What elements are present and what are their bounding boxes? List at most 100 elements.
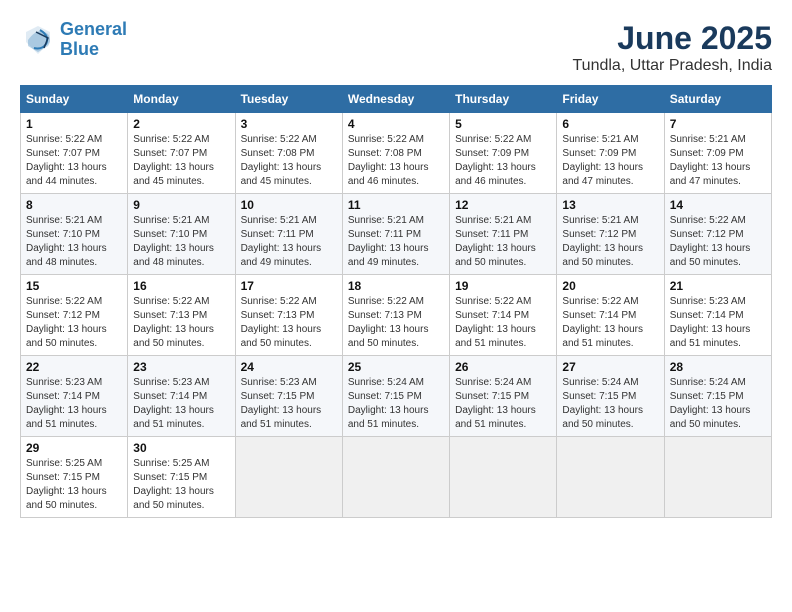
day-number: 13 <box>562 198 658 212</box>
day-number: 2 <box>133 117 229 131</box>
calendar-week-row: 1 Sunrise: 5:22 AMSunset: 7:07 PMDaylight… <box>21 113 772 194</box>
day-info: Sunrise: 5:21 AMSunset: 7:09 PMDaylight:… <box>562 133 658 189</box>
day-info: Sunrise: 5:24 AMSunset: 7:15 PMDaylight:… <box>455 376 551 432</box>
day-info: Sunrise: 5:22 AMSunset: 7:14 PMDaylight:… <box>455 295 551 351</box>
calendar-cell: 16Sunrise: 5:22 AMSunset: 7:13 PMDayligh… <box>128 275 235 356</box>
day-number: 23 <box>133 360 229 374</box>
calendar-week-row: 8 Sunrise: 5:21 AMSunset: 7:10 PMDaylight… <box>21 194 772 275</box>
day-info: Sunrise: 5:22 AMSunset: 7:07 PMDaylight:… <box>26 133 122 189</box>
day-number: 17 <box>241 279 337 293</box>
day-number: 9 <box>133 198 229 212</box>
calendar-cell: 30Sunrise: 5:25 AMSunset: 7:15 PMDayligh… <box>128 437 235 518</box>
day-info: Sunrise: 5:24 AMSunset: 7:15 PMDaylight:… <box>562 376 658 432</box>
calendar-cell <box>235 437 342 518</box>
day-number: 27 <box>562 360 658 374</box>
column-header-monday: Monday <box>128 86 235 113</box>
calendar-week-row: 22 Sunrise: 5:23 AMSunset: 7:14 PMDayligh… <box>21 356 772 437</box>
calendar-cell: 26 Sunrise: 5:24 AMSunset: 7:15 PMDayligh… <box>450 356 557 437</box>
calendar-cell: 9 Sunrise: 5:21 AMSunset: 7:10 PMDaylight… <box>128 194 235 275</box>
day-number: 16 <box>133 279 229 293</box>
calendar-cell: 12 Sunrise: 5:21 AMSunset: 7:11 PMDayligh… <box>450 194 557 275</box>
day-info: Sunrise: 5:21 AMSunset: 7:09 PMDaylight:… <box>670 133 766 189</box>
day-number: 8 <box>26 198 122 212</box>
calendar-cell: 5 Sunrise: 5:22 AMSunset: 7:09 PMDaylight… <box>450 113 557 194</box>
calendar-cell: 24 Sunrise: 5:23 AMSunset: 7:15 PMDayligh… <box>235 356 342 437</box>
calendar-week-row: 29 Sunrise: 5:25 AMSunset: 7:15 PMDayligh… <box>21 437 772 518</box>
calendar-cell: 18 Sunrise: 5:22 AMSunset: 7:13 PMDayligh… <box>342 275 449 356</box>
day-number: 7 <box>670 117 766 131</box>
day-info: Sunrise: 5:22 AMSunset: 7:09 PMDaylight:… <box>455 133 551 189</box>
calendar-cell <box>450 437 557 518</box>
logo-icon <box>20 22 56 58</box>
calendar-week-row: 15 Sunrise: 5:22 AMSunset: 7:12 PMDayligh… <box>21 275 772 356</box>
column-header-tuesday: Tuesday <box>235 86 342 113</box>
column-header-sunday: Sunday <box>21 86 128 113</box>
calendar-cell: 15 Sunrise: 5:22 AMSunset: 7:12 PMDayligh… <box>21 275 128 356</box>
day-number: 28 <box>670 360 766 374</box>
day-info: Sunrise: 5:25 AMSunset: 7:15 PMDaylight:… <box>133 457 229 513</box>
day-number: 18 <box>348 279 444 293</box>
day-info: Sunrise: 5:25 AMSunset: 7:15 PMDaylight:… <box>26 457 122 513</box>
day-number: 4 <box>348 117 444 131</box>
day-info: Sunrise: 5:24 AMSunset: 7:15 PMDaylight:… <box>348 376 444 432</box>
logo-blue: Blue <box>60 39 99 59</box>
calendar-cell: 10 Sunrise: 5:21 AMSunset: 7:11 PMDayligh… <box>235 194 342 275</box>
column-header-friday: Friday <box>557 86 664 113</box>
day-info: Sunrise: 5:22 AMSunset: 7:12 PMDaylight:… <box>26 295 122 351</box>
day-number: 15 <box>26 279 122 293</box>
day-number: 11 <box>348 198 444 212</box>
calendar-cell: 7 Sunrise: 5:21 AMSunset: 7:09 PMDaylight… <box>664 113 771 194</box>
calendar-cell <box>664 437 771 518</box>
day-number: 3 <box>241 117 337 131</box>
calendar-cell: 11Sunrise: 5:21 AMSunset: 7:11 PMDayligh… <box>342 194 449 275</box>
title-area: June 2025 Tundla, Uttar Pradesh, India <box>572 20 772 75</box>
day-info: Sunrise: 5:21 AMSunset: 7:10 PMDaylight:… <box>26 214 122 270</box>
day-number: 19 <box>455 279 551 293</box>
day-number: 24 <box>241 360 337 374</box>
day-info: Sunrise: 5:22 AMSunset: 7:08 PMDaylight:… <box>241 133 337 189</box>
day-info: Sunrise: 5:23 AMSunset: 7:14 PMDaylight:… <box>133 376 229 432</box>
calendar-cell: 14 Sunrise: 5:22 AMSunset: 7:12 PMDayligh… <box>664 194 771 275</box>
day-info: Sunrise: 5:21 AMSunset: 7:10 PMDaylight:… <box>133 214 229 270</box>
day-info: Sunrise: 5:22 AMSunset: 7:14 PMDaylight:… <box>562 295 658 351</box>
calendar-cell: 25 Sunrise: 5:24 AMSunset: 7:15 PMDayligh… <box>342 356 449 437</box>
day-info: Sunrise: 5:23 AMSunset: 7:15 PMDaylight:… <box>241 376 337 432</box>
day-number: 1 <box>26 117 122 131</box>
day-number: 21 <box>670 279 766 293</box>
calendar-cell: 8 Sunrise: 5:21 AMSunset: 7:10 PMDaylight… <box>21 194 128 275</box>
calendar-cell: 2 Sunrise: 5:22 AMSunset: 7:07 PMDaylight… <box>128 113 235 194</box>
day-info: Sunrise: 5:22 AMSunset: 7:13 PMDaylight:… <box>348 295 444 351</box>
day-info: Sunrise: 5:22 AMSunset: 7:07 PMDaylight:… <box>133 133 229 189</box>
calendar-cell: 21 Sunrise: 5:23 AMSunset: 7:14 PMDayligh… <box>664 275 771 356</box>
day-info: Sunrise: 5:21 AMSunset: 7:11 PMDaylight:… <box>455 214 551 270</box>
logo: General Blue <box>20 20 127 60</box>
month-title: June 2025 <box>572 20 772 57</box>
day-number: 22 <box>26 360 122 374</box>
calendar-cell: 20Sunrise: 5:22 AMSunset: 7:14 PMDayligh… <box>557 275 664 356</box>
column-header-saturday: Saturday <box>664 86 771 113</box>
day-info: Sunrise: 5:24 AMSunset: 7:15 PMDaylight:… <box>670 376 766 432</box>
day-info: Sunrise: 5:21 AMSunset: 7:12 PMDaylight:… <box>562 214 658 270</box>
day-number: 12 <box>455 198 551 212</box>
calendar-cell <box>342 437 449 518</box>
day-number: 26 <box>455 360 551 374</box>
day-number: 29 <box>26 441 122 455</box>
day-info: Sunrise: 5:23 AMSunset: 7:14 PMDaylight:… <box>670 295 766 351</box>
calendar-header-row: SundayMondayTuesdayWednesdayThursdayFrid… <box>21 86 772 113</box>
calendar-cell: 1 Sunrise: 5:22 AMSunset: 7:07 PMDaylight… <box>21 113 128 194</box>
day-info: Sunrise: 5:23 AMSunset: 7:14 PMDaylight:… <box>26 376 122 432</box>
day-info: Sunrise: 5:21 AMSunset: 7:11 PMDaylight:… <box>241 214 337 270</box>
day-number: 14 <box>670 198 766 212</box>
day-info: Sunrise: 5:22 AMSunset: 7:13 PMDaylight:… <box>241 295 337 351</box>
calendar-cell: 3 Sunrise: 5:22 AMSunset: 7:08 PMDaylight… <box>235 113 342 194</box>
column-header-thursday: Thursday <box>450 86 557 113</box>
day-number: 10 <box>241 198 337 212</box>
calendar-cell: 17 Sunrise: 5:22 AMSunset: 7:13 PMDayligh… <box>235 275 342 356</box>
day-number: 5 <box>455 117 551 131</box>
day-info: Sunrise: 5:22 AMSunset: 7:12 PMDaylight:… <box>670 214 766 270</box>
calendar-cell: 4Sunrise: 5:22 AMSunset: 7:08 PMDaylight… <box>342 113 449 194</box>
logo-text: General Blue <box>60 20 127 60</box>
day-number: 25 <box>348 360 444 374</box>
location-title: Tundla, Uttar Pradesh, India <box>572 57 772 75</box>
calendar-cell <box>557 437 664 518</box>
